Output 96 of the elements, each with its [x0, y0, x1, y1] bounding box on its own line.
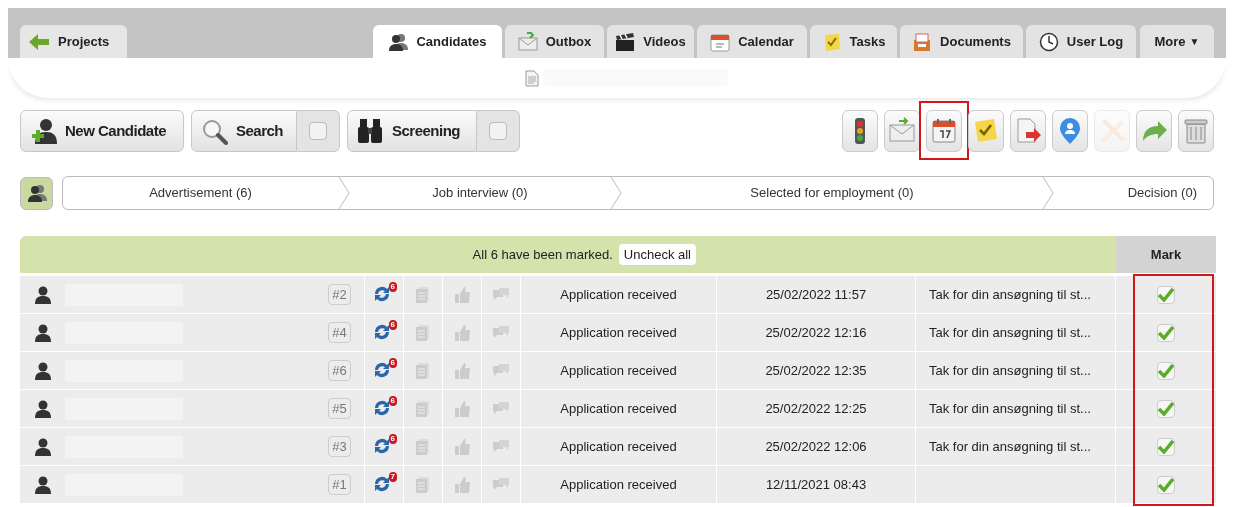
action-button[interactable]	[842, 110, 878, 152]
count-badge: 6	[388, 357, 397, 368]
count-badge: 7	[388, 471, 397, 482]
table-cell: 25/02/2022 12:16	[717, 314, 916, 351]
candidate-number: #6	[328, 359, 351, 382]
checkmark-icon	[1158, 287, 1174, 302]
checkbox[interactable]	[1157, 475, 1175, 494]
action-button[interactable]	[884, 110, 920, 152]
candidate-number: #2	[328, 283, 351, 306]
action-button[interactable]	[1052, 110, 1088, 152]
checkmark-icon	[1158, 401, 1174, 416]
table-cell: Application received	[521, 428, 717, 465]
trash-can-icon	[1181, 116, 1211, 146]
person-icon	[32, 322, 53, 343]
checkmark-icon	[1158, 363, 1174, 378]
count-badge: 6	[388, 281, 397, 292]
table-cell: Application received	[521, 390, 717, 427]
person-add-icon	[29, 117, 57, 145]
pipeline-stage[interactable]: Decision (0)	[1054, 177, 1213, 209]
checkbox[interactable]	[1157, 361, 1175, 380]
checkmark-icon	[1158, 439, 1174, 454]
checkmark-icon	[1158, 477, 1174, 492]
checkbox[interactable]	[1157, 399, 1175, 418]
column-header: Mark	[1116, 236, 1216, 273]
calendar-icon	[929, 116, 959, 146]
table-cell: Tak for din ansøgning til st...	[916, 314, 1116, 351]
uncheck-all-button[interactable]: Uncheck all	[618, 243, 696, 266]
thumbs-up-icon	[452, 436, 472, 457]
people-icon	[26, 183, 47, 203]
binoculars-icon	[356, 117, 384, 145]
checkmark-icon	[1158, 325, 1174, 340]
thumbs-up-icon	[452, 322, 472, 343]
checkbox[interactable]	[1157, 437, 1175, 456]
count-badge: 6	[388, 319, 397, 330]
thumbs-up-icon	[452, 360, 472, 381]
table-cell: Tak for din ansøgning til st...	[916, 352, 1116, 389]
count-badge: 6	[388, 395, 397, 406]
toolbar-button[interactable]: Search	[191, 110, 297, 152]
candidate-number: #3	[328, 435, 351, 458]
checkbox[interactable]	[1157, 285, 1175, 304]
checkbox[interactable]	[1157, 323, 1175, 342]
table-cell: Tak for din ansøgning til st...	[916, 276, 1116, 313]
table-cell: Application received	[521, 276, 717, 313]
calendar-icon	[710, 31, 731, 52]
toolbar-button[interactable]: New Candidate	[20, 110, 184, 152]
table-cell: Tak for din ansøgning til st...	[916, 390, 1116, 427]
caret-icon: ▼	[1189, 34, 1200, 49]
pipeline-stage[interactable]: Selected for employment (0)	[622, 177, 1042, 209]
clapperboard-icon	[615, 31, 636, 52]
count-badge: 6	[388, 433, 397, 444]
tray-icon	[912, 31, 933, 52]
more-menu[interactable]: More ▼	[1140, 25, 1214, 58]
table-cell: 25/02/2022 12:06	[717, 428, 916, 465]
table-cell: Application received	[521, 466, 717, 503]
projects-tab[interactable]: Projects	[20, 25, 127, 58]
table-cell: 25/02/2022 12:35	[717, 352, 916, 389]
candidate-number: #4	[328, 321, 351, 344]
action-button[interactable]	[926, 110, 962, 152]
nav-tab[interactable]: Documents	[900, 25, 1023, 58]
arrow-icon	[28, 32, 50, 51]
toolbar-button[interactable]: Screening	[347, 110, 477, 152]
nav-tab[interactable]: Candidates	[373, 25, 502, 58]
table-cell: 25/02/2022 11:57	[717, 276, 916, 313]
person-icon	[32, 474, 53, 495]
checkbox[interactable]	[309, 122, 327, 140]
table-cell: Application received	[521, 352, 717, 389]
table-cell: 25/02/2022 12:25	[717, 390, 916, 427]
candidate-number: #5	[328, 397, 351, 420]
person-icon	[32, 360, 53, 381]
action-button[interactable]	[1010, 110, 1046, 152]
nav-tab[interactable]: Calendar	[697, 25, 807, 58]
nav-tab[interactable]: Tasks	[810, 25, 897, 58]
thumbs-up-icon	[452, 474, 472, 495]
nav-tab[interactable]: Videos	[607, 25, 694, 58]
action-button[interactable]	[968, 110, 1004, 152]
envelope-icon	[517, 31, 538, 52]
candidate-number: #1	[328, 473, 351, 496]
nav-tab[interactable]: Outbox	[505, 25, 604, 58]
pipeline-stage[interactable]: Advertisement (6)	[63, 177, 338, 209]
candidates-filter-button[interactable]	[20, 176, 53, 210]
person-icon	[32, 398, 53, 419]
magnifier-icon	[200, 117, 228, 145]
banner-text: All 6 have been marked.	[472, 245, 613, 264]
person-icon	[32, 284, 53, 305]
document-icon	[525, 69, 539, 87]
clock-icon	[1038, 31, 1059, 52]
person-icon	[32, 436, 53, 457]
people-icon	[388, 31, 409, 52]
thumbs-up-icon	[452, 398, 472, 419]
pipeline-stage[interactable]: Job interview (0)	[350, 177, 610, 209]
thumbs-up-icon	[452, 284, 472, 305]
nav-tab[interactable]: User Log	[1026, 25, 1136, 58]
checkbox[interactable]	[489, 122, 507, 140]
table-cell: Application received	[521, 314, 717, 351]
table-cell: Tak for din ansøgning til st...	[916, 428, 1116, 465]
table-cell: 12/11/2021 08:43	[717, 466, 916, 503]
